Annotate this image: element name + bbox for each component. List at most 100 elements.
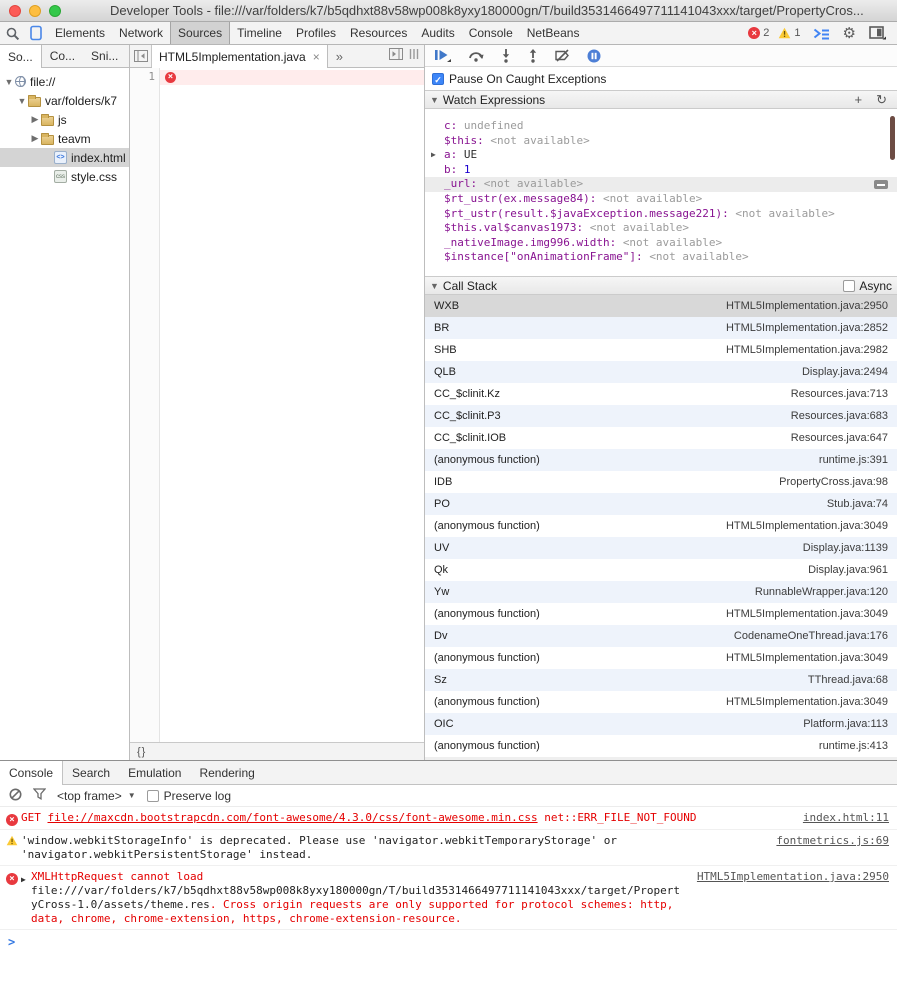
frame-location[interactable]: runtime.js:391	[819, 454, 888, 466]
disclosure-arrow-icon[interactable]: ▼	[3, 77, 15, 87]
call-stack-frame[interactable]: (anonymous function)HTML5Implementation.…	[425, 515, 897, 537]
show-drawer-icon[interactable]	[810, 27, 834, 40]
show-details-icon[interactable]	[389, 47, 403, 65]
call-stack-frame[interactable]: CC_$clinit.KzResources.java:713	[425, 383, 897, 405]
close-tab-icon[interactable]: ×	[313, 50, 320, 64]
pause-on-exceptions-button[interactable]	[587, 49, 601, 63]
frame-location[interactable]: CodenameOneThread.java:176	[734, 630, 888, 642]
call-stack-frame[interactable]: YwRunnableWrapper.java:120	[425, 581, 897, 603]
watch-expression[interactable]: ▶a: UE	[425, 148, 897, 163]
message-link[interactable]: file://maxcdn.bootstrapcdn.com/font-awes…	[48, 811, 538, 824]
frame-location[interactable]: HTML5Implementation.java:3049	[726, 652, 888, 664]
tree-item-var-folders-k7[interactable]: ▼var/folders/k7	[0, 91, 129, 110]
watch-expression[interactable]: c: undefined	[425, 119, 897, 134]
panel-resizer-icon[interactable]	[409, 47, 419, 65]
step-over-button[interactable]	[468, 49, 484, 62]
disclosure-arrow-icon[interactable]: ▼	[16, 96, 28, 106]
watch-expression[interactable]: b: 1	[425, 163, 897, 178]
tree-item-file[interactable]: ▼file://	[0, 72, 129, 91]
call-stack-frame[interactable]: SzTThread.java:68	[425, 669, 897, 691]
preserve-log-checkbox[interactable]	[147, 790, 159, 802]
frame-location[interactable]: Platform.java:113	[803, 718, 888, 730]
remove-watch-button[interactable]	[874, 180, 888, 189]
editor-tab[interactable]: HTML5Implementation.java ×	[152, 45, 328, 68]
watch-expressions-header[interactable]: ▼ Watch Expressions + ↻	[425, 90, 897, 109]
frame-location[interactable]: HTML5Implementation.java:2852	[726, 322, 888, 334]
tab-timeline[interactable]: Timeline	[230, 22, 289, 44]
watch-expression[interactable]: $this: <not available>	[425, 134, 897, 149]
call-stack-frame[interactable]: DvCodenameOneThread.java:176	[425, 625, 897, 647]
frame-location[interactable]: Resources.java:713	[791, 388, 888, 400]
console-tab-emulation[interactable]: Emulation	[119, 761, 190, 784]
call-stack-frame[interactable]: (anonymous function)runtime.js:391	[425, 449, 897, 471]
call-stack-frame[interactable]: (anonymous function)runtime.js:413	[425, 735, 897, 757]
console-tab-search[interactable]: Search	[63, 761, 119, 784]
call-stack-frame[interactable]: OICPlatform.java:113	[425, 713, 897, 735]
sidebar-tab-sni[interactable]: Sni...	[83, 45, 126, 67]
tab-resources[interactable]: Resources	[343, 22, 414, 44]
watch-expression[interactable]: _url: <not available>	[425, 177, 897, 192]
console-tab-console[interactable]: Console	[0, 761, 63, 785]
frame-location[interactable]: HTML5Implementation.java:3049	[726, 520, 888, 532]
warning-count-badge[interactable]: 1	[778, 27, 800, 39]
tab-profiles[interactable]: Profiles	[289, 22, 343, 44]
frame-location[interactable]: RunnableWrapper.java:120	[755, 586, 888, 598]
refresh-watch-button[interactable]: ↻	[871, 92, 892, 108]
close-window-button[interactable]	[9, 5, 21, 17]
code-editor[interactable]: 1 ×	[130, 68, 424, 742]
tree-item-teavm[interactable]: ▶teavm	[0, 129, 129, 148]
disclosure-arrow-icon[interactable]: ▶	[431, 148, 436, 163]
call-stack-frame[interactable]: (anonymous function)HTML5Implementation.…	[425, 647, 897, 669]
search-icon[interactable]	[0, 22, 24, 44]
frame-location[interactable]: HTML5Implementation.java:2982	[726, 344, 888, 356]
tree-item-style-css[interactable]: cssstyle.css	[0, 167, 129, 186]
frame-location[interactable]: HTML5Implementation.java:3049	[726, 608, 888, 620]
tree-item-js[interactable]: ▶js	[0, 110, 129, 129]
call-stack-frame[interactable]: IDBPropertyCross.java:98	[425, 471, 897, 493]
tab-netbeans[interactable]: NetBeans	[520, 22, 587, 44]
call-stack-frame[interactable]: UVDisplay.java:1139	[425, 537, 897, 559]
console-prompt[interactable]: >	[0, 930, 897, 953]
filter-icon[interactable]	[33, 788, 46, 803]
tree-item-index-html[interactable]: <>index.html	[0, 148, 129, 167]
frame-location[interactable]: Resources.java:683	[791, 410, 888, 422]
minimize-window-button[interactable]	[29, 5, 41, 17]
disclosure-arrow-icon[interactable]: ▶	[29, 133, 41, 144]
frame-location[interactable]: HTML5Implementation.java:2950	[726, 300, 888, 312]
watch-expression[interactable]: $instance["onAnimationFrame"]: <not avai…	[425, 250, 897, 265]
watch-expression[interactable]: _nativeImage.img996.width: <not availabl…	[425, 236, 897, 251]
tab-elements[interactable]: Elements	[48, 22, 112, 44]
disclosure-arrow-icon[interactable]: ▶	[29, 114, 41, 125]
call-stack-frame[interactable]: CC_$clinit.P3Resources.java:683	[425, 405, 897, 427]
tab-overflow-chevron[interactable]: »	[328, 45, 351, 67]
pause-on-caught-checkbox[interactable]: ✓	[432, 73, 444, 85]
call-stack-frame[interactable]: QLBDisplay.java:2494	[425, 361, 897, 383]
clear-console-icon[interactable]	[9, 788, 22, 804]
frame-location[interactable]: PropertyCross.java:98	[779, 476, 888, 488]
frame-location[interactable]: HTML5Implementation.java:3049	[726, 696, 888, 708]
call-stack-frame[interactable]: CC_$clinit.IOBResources.java:647	[425, 427, 897, 449]
call-stack-frame[interactable]: QkDisplay.java:961	[425, 559, 897, 581]
watch-expression[interactable]: $rt_ustr(ex.message84): <not available>	[425, 192, 897, 207]
call-stack-frame[interactable]: (anonymous function)HTML5Implementation.…	[425, 603, 897, 625]
watch-expression[interactable]: $this.val$canvas1973: <not available>	[425, 221, 897, 236]
pretty-print-button[interactable]: {}	[137, 746, 146, 758]
call-stack-frame[interactable]: SHBHTML5Implementation.java:2982	[425, 339, 897, 361]
resume-button[interactable]	[434, 49, 451, 62]
call-stack-frame[interactable]: BRHTML5Implementation.java:2852	[425, 317, 897, 339]
call-stack-frame[interactable]: POStub.java:74	[425, 493, 897, 515]
zoom-window-button[interactable]	[49, 5, 61, 17]
frame-context-select[interactable]: <top frame> ▼	[57, 789, 136, 803]
tab-console[interactable]: Console	[462, 22, 520, 44]
call-stack-frame[interactable]: (anonymous function)HTML5Implementation.…	[425, 691, 897, 713]
hide-navigator-icon[interactable]	[130, 45, 152, 67]
expand-arrow-icon[interactable]: ▶	[21, 870, 31, 926]
add-watch-button[interactable]: +	[850, 92, 868, 107]
step-out-button[interactable]	[528, 49, 538, 63]
frame-location[interactable]: runtime.js:413	[819, 740, 888, 752]
frame-location[interactable]: Stub.java:74	[827, 498, 888, 510]
call-stack-header[interactable]: ▼ Call Stack Async	[425, 276, 897, 295]
watch-expression[interactable]: $rt_ustr(result.$javaException.message22…	[425, 207, 897, 222]
frame-location[interactable]: Display.java:2494	[802, 366, 888, 378]
source-link[interactable]: index.html:11	[803, 811, 889, 825]
